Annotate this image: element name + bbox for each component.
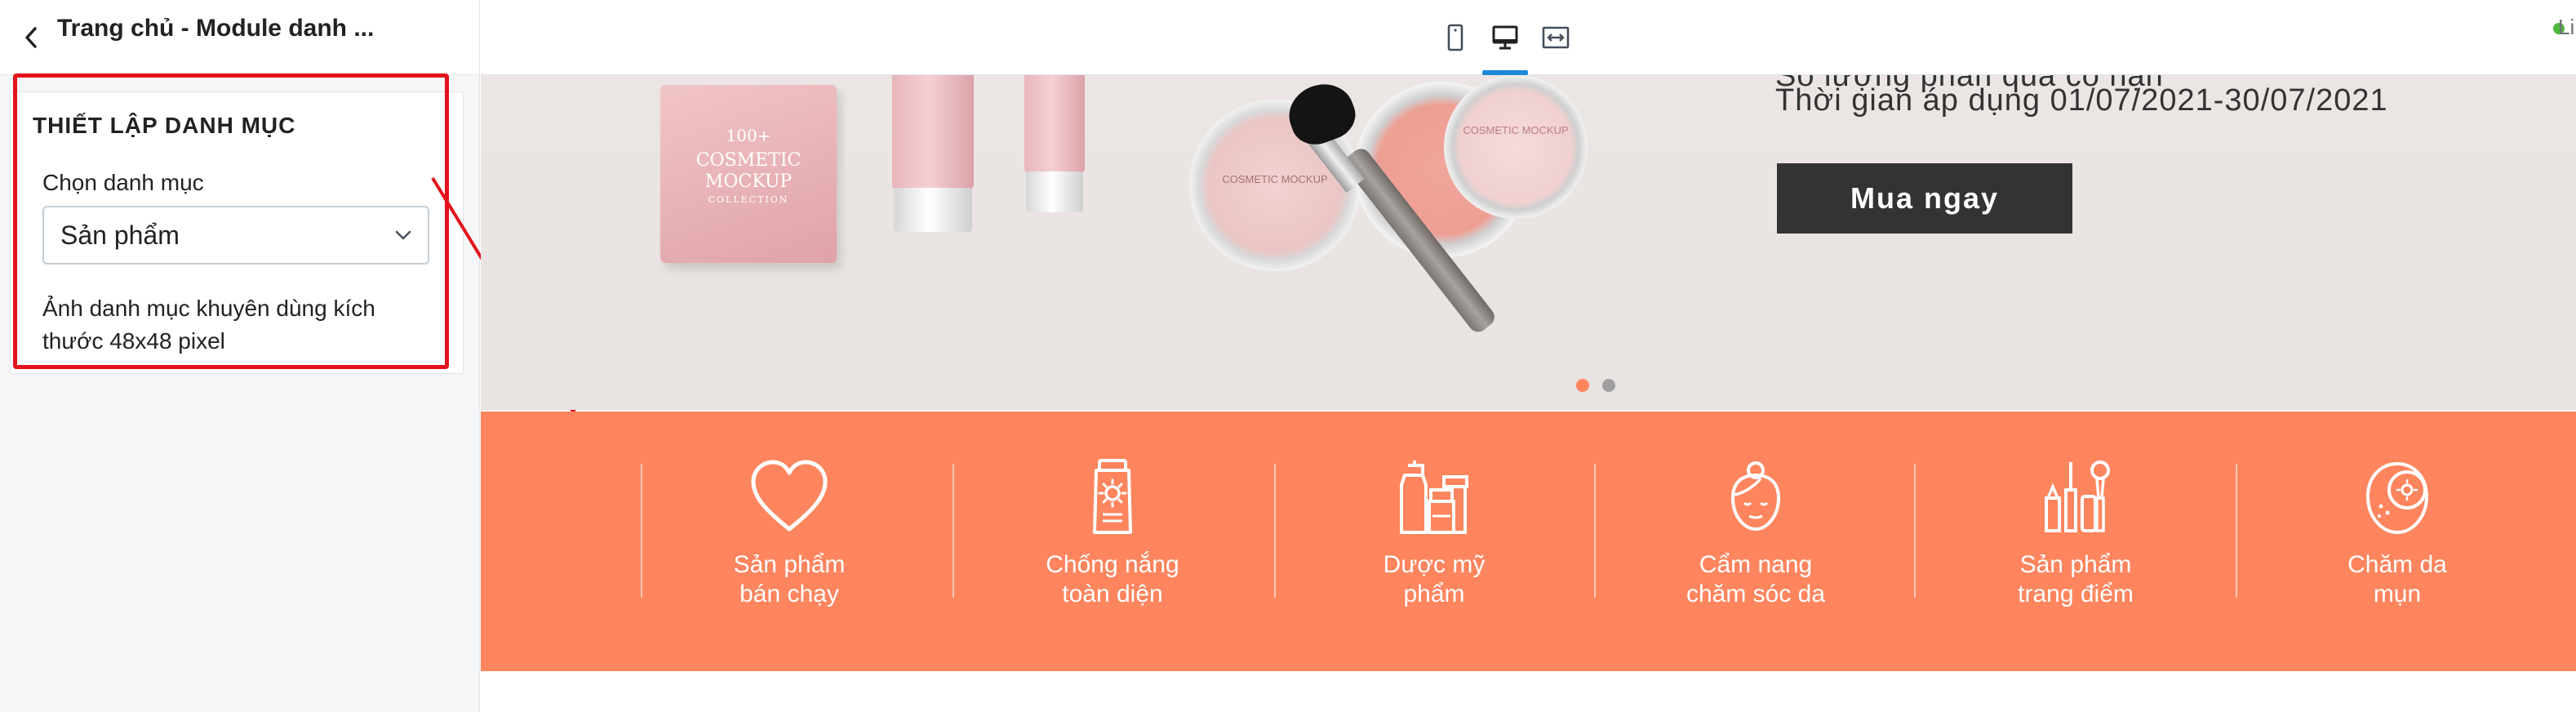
- category-item-duoc-my-pham[interactable]: Dược mỹ phẩm: [1295, 457, 1573, 621]
- category-label: Sản phẩm trang điểm: [1937, 550, 2214, 609]
- category-label-line-1: Dược mỹ: [1383, 551, 1486, 578]
- tube-product-image: [892, 75, 974, 189]
- category-item-chong-nang[interactable]: Chống nắng toàn diện: [974, 457, 1251, 621]
- banner-text-line-2: Thời gian áp dụng 01/07/2021-30/07/2021: [1775, 83, 2388, 118]
- back-button[interactable]: [11, 16, 51, 59]
- promo-banner: 100+ COSMETIC MOCKUP COLLECTION COSMETIC…: [481, 75, 2576, 410]
- compact-title-2: MOCKUP: [704, 171, 793, 192]
- card-heading: THIẾT LẬP DANH MỤC: [33, 113, 296, 138]
- category-divider: [953, 464, 954, 598]
- category-label-line-2: phẩm: [1403, 581, 1465, 607]
- tube-cap-image: [894, 188, 972, 232]
- category-label-line-1: Cẩm nang: [1699, 551, 1813, 578]
- slide-dot-1[interactable]: [1576, 379, 1589, 392]
- category-label: Chống nắng toàn diện: [974, 550, 1251, 609]
- desktop-icon: [1492, 25, 1518, 50]
- category-label-line-1: Sản phẩm: [733, 551, 846, 578]
- page-content-below: [481, 671, 2576, 712]
- acne-face-icon: [2365, 461, 2429, 535]
- small-tube-cap-image: [1026, 171, 1083, 212]
- store-preview: 100+ COSMETIC MOCKUP COLLECTION COSMETIC…: [481, 75, 2576, 712]
- category-item-ban-chay[interactable]: Sản phẩm bán chạy: [651, 457, 928, 621]
- category-select-value: Sản phẩm: [60, 220, 180, 250]
- editor-toolbar: [481, 0, 2576, 75]
- category-divider: [1594, 464, 1596, 598]
- small-tube-product-image: [1024, 75, 1085, 173]
- slide-dot-2[interactable]: [1602, 379, 1615, 392]
- category-item-cam-nang[interactable]: Cẩm nang chăm sóc da: [1617, 457, 1894, 621]
- category-label-line-1: Sản phẩm: [2019, 551, 2132, 578]
- makeup-tools-icon: [2045, 461, 2110, 532]
- face-care-icon: [1730, 461, 1781, 532]
- category-divider: [2236, 464, 2237, 598]
- category-label: Cẩm nang chăm sóc da: [1617, 550, 1894, 609]
- category-divider: [641, 464, 642, 598]
- compact-product-image: 100+ COSMETIC MOCKUP COLLECTION: [660, 85, 837, 263]
- desktop-view-button[interactable]: [1482, 13, 1528, 75]
- heart-icon: [751, 460, 828, 532]
- category-select-label: Chọn danh mục: [42, 170, 204, 195]
- category-label-line-2: bán chạy: [739, 581, 839, 607]
- category-label-line-1: Chống nắng: [1046, 551, 1179, 578]
- mobile-view-button[interactable]: [1432, 13, 1478, 62]
- sunscreen-icon: [1093, 459, 1132, 534]
- chevron-left-icon: [25, 27, 37, 48]
- compact-brand: 100+: [726, 126, 771, 145]
- jar-label-2: COSMETIC MOCKUP: [1463, 124, 1569, 136]
- chevron-down-icon: [395, 230, 411, 240]
- live-status-text: Li: [2558, 15, 2575, 39]
- compact-sub: COLLECTION: [708, 194, 789, 205]
- category-label-line-2: trang điểm: [2018, 581, 2134, 607]
- full-width-icon: [1542, 26, 1570, 49]
- compact-title-1: COSMETIC: [695, 150, 802, 171]
- category-label: Dược mỹ phẩm: [1295, 550, 1573, 609]
- category-item-cham-da-mun[interactable]: Chăm da mụn: [2258, 457, 2536, 621]
- category-label-line-1: Chăm da: [2347, 551, 2447, 578]
- sidebar-title: Trang chủ - Module danh ...: [57, 15, 375, 42]
- settings-sidebar: Trang chủ - Module danh ... THIẾT LẬP DA…: [0, 0, 480, 712]
- buy-now-button[interactable]: Mua ngay: [1777, 163, 2072, 234]
- category-divider: [1274, 464, 1276, 598]
- cosmeceutical-bottles-icon: [1400, 461, 1468, 534]
- category-divider: [1914, 464, 1916, 598]
- jar-label-1: COSMETIC MOCKUP: [1222, 173, 1328, 185]
- full-width-view-button[interactable]: [1533, 13, 1579, 62]
- category-label: Sản phẩm bán chạy: [651, 550, 928, 609]
- lid-jar-image: [1444, 75, 1588, 219]
- category-strip: Sản phẩm bán chạy Chống nắng toàn diện D…: [481, 412, 2576, 671]
- category-label: Chăm da mụn: [2258, 550, 2536, 609]
- sidebar-header: Trang chủ - Module danh ...: [0, 0, 479, 75]
- category-image-help-text: Ảnh danh mục khuyên dùng kích thước 48x4…: [42, 296, 375, 354]
- category-label-line-2: chăm sóc da: [1686, 581, 1826, 607]
- category-label-line-2: mụn: [2373, 581, 2422, 607]
- category-label-line-2: toàn diện: [1062, 581, 1163, 607]
- mobile-icon: [1447, 24, 1463, 51]
- category-select[interactable]: Sản phẩm: [42, 206, 429, 265]
- category-item-trang-diem[interactable]: Sản phẩm trang điểm: [1937, 457, 2214, 621]
